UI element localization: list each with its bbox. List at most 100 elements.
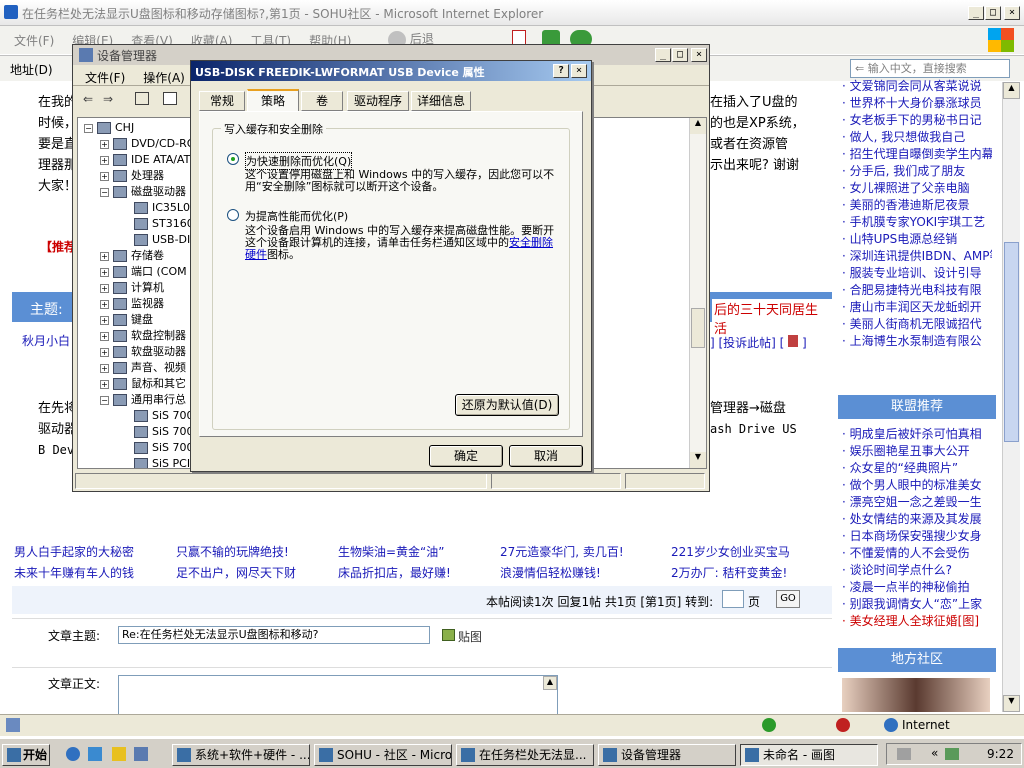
scroll-down-button[interactable]: ▼: [1003, 695, 1020, 712]
tree-leaf[interactable]: SiS 700: [134, 440, 194, 456]
devmgr-menu-action[interactable]: 操作(A): [143, 71, 185, 85]
attach-image-icon[interactable]: [442, 629, 455, 641]
back-icon[interactable]: ⇐: [83, 92, 93, 106]
attach-image-link[interactable]: 贴图: [458, 628, 482, 645]
sidebar-link[interactable]: 世界杯十大身价暴涨球员: [842, 95, 992, 112]
sidebar-link[interactable]: 美女经理人全球征婚[图]: [842, 613, 992, 630]
author-link[interactable]: 秋月小白: [22, 332, 70, 349]
tab-policies[interactable]: 策略: [247, 89, 299, 113]
scroll-up-button[interactable]: ▲: [1003, 82, 1020, 99]
sidebar-link[interactable]: 日本商场保安强搜少女身: [842, 528, 992, 545]
taskbar-button[interactable]: 系统+软件+硬件 - ...: [172, 744, 310, 766]
tree-node[interactable]: + 存储卷: [100, 248, 164, 264]
tree-node[interactable]: + 键盘: [100, 312, 153, 328]
expand-icon[interactable]: +: [100, 331, 109, 341]
tree-scroll-down[interactable]: ▼: [690, 452, 706, 468]
tree-node[interactable]: + IDE ATA/AT: [100, 152, 190, 168]
tree-leaf[interactable]: ST3160: [134, 216, 194, 232]
properties-icon[interactable]: [163, 92, 177, 105]
sidebar-link[interactable]: 漂亮空姐一念之差毁一生: [842, 494, 992, 511]
tab-general[interactable]: 常规: [199, 91, 245, 111]
sidebar-link[interactable]: 娱乐圈艳星丑事大公开: [842, 443, 992, 460]
tree-leaf[interactable]: IC35L0: [134, 200, 190, 216]
sidebar-link[interactable]: 不懂爱情的人不会受伤: [842, 545, 992, 562]
popup-blocked-icon[interactable]: [836, 718, 850, 732]
sidebar-link[interactable]: 山特UPS电源总经销: [842, 231, 992, 248]
sidebar-link[interactable]: 众女星的“经典照片”: [842, 460, 992, 477]
reply-links-text[interactable]: ] [投诉此帖] [: [710, 336, 784, 350]
cancel-button[interactable]: 取消: [509, 445, 583, 467]
minimize-button[interactable]: _: [968, 6, 984, 20]
sidebar-link[interactable]: 手机膜专家YOKI宇琪工艺: [842, 214, 992, 231]
tab-driver[interactable]: 驱动程序: [347, 91, 409, 111]
maximize-button[interactable]: □: [985, 6, 1001, 20]
tree-leaf[interactable]: SiS PCI: [134, 456, 190, 468]
sidebar-link[interactable]: 做人, 我只想做我自己: [842, 129, 992, 146]
expand-icon[interactable]: +: [100, 347, 109, 357]
sidebar-link[interactable]: 女儿裸照进了父亲电脑: [842, 180, 992, 197]
taskbar-button[interactable]: SOHU - 社区 - Micro...: [314, 744, 452, 766]
ad-link[interactable]: 27元造豪华门, 卖几百!: [500, 543, 624, 560]
sidebar-link[interactable]: 明成皇后被奸杀可怕真相: [842, 426, 992, 443]
sidebar-link[interactable]: 美丽人街商机无限诚招代: [842, 316, 992, 333]
ad-link[interactable]: 男人白手起家的大秘密: [14, 543, 134, 560]
sidebar-link[interactable]: 上海博生水泵制造有限公: [842, 333, 992, 350]
page-scrollbar[interactable]: ▲ ▼: [1002, 82, 1020, 712]
devmgr-maximize-button[interactable]: □: [672, 48, 688, 62]
devmgr-close-button[interactable]: ×: [691, 48, 707, 62]
recommend-link[interactable]: 【推荐: [40, 238, 76, 255]
sidebar-link[interactable]: 合肥易捷特光电科技有限: [842, 282, 992, 299]
tree-node[interactable]: + 声音、视频: [100, 360, 186, 376]
forward-icon[interactable]: ⇒: [103, 92, 113, 106]
view-icon[interactable]: [135, 92, 149, 105]
tree-scroll-thumb[interactable]: [691, 308, 705, 348]
tree-leaf[interactable]: USB-DI: [134, 232, 190, 248]
ad-link[interactable]: 浪漫情侣轻松赚钱!: [500, 564, 601, 581]
tree-root[interactable]: − CHJ: [84, 120, 134, 136]
ok-button[interactable]: 确定: [429, 445, 503, 467]
sidebar-link[interactable]: 文爱锦同会同从客菜说说: [842, 78, 992, 95]
sidebar-link[interactable]: 做个男人眼中的标准美女: [842, 477, 992, 494]
quicklaunch-ie-icon[interactable]: [66, 747, 80, 761]
performance-label[interactable]: 为提高性能而优化(P): [245, 208, 348, 224]
menu-file[interactable]: 文件(F): [14, 34, 54, 48]
start-button[interactable]: 开始: [2, 744, 50, 766]
tree-node[interactable]: + 计算机: [100, 280, 164, 296]
sidebar-link[interactable]: 凌晨一点半的神秘偷拍: [842, 579, 992, 596]
tab-volumes[interactable]: 卷: [301, 91, 343, 111]
collapse-icon[interactable]: −: [100, 187, 109, 197]
scroll-thumb[interactable]: [1004, 242, 1019, 442]
collapse-icon[interactable]: −: [84, 123, 93, 133]
tree-node[interactable]: + 软盘驱动器: [100, 344, 186, 360]
ad-link[interactable]: 只赢不输的玩牌绝技!: [176, 543, 289, 560]
expand-icon[interactable]: +: [100, 379, 109, 389]
search-box[interactable]: ⇐ 输入中文，直接搜索: [850, 59, 1010, 78]
tree-leaf[interactable]: SiS 700: [134, 408, 194, 424]
page-input[interactable]: [722, 590, 744, 608]
go-button[interactable]: GO: [776, 590, 800, 608]
tray-expand-icon[interactable]: «: [931, 746, 938, 760]
devmgr-menu-file[interactable]: 文件(F): [85, 71, 125, 85]
quicklaunch-app-icon[interactable]: [134, 747, 148, 761]
sidebar-link[interactable]: 招生代理自曝倒卖学生内幕: [842, 146, 992, 163]
sidebar-link[interactable]: 别跟我调情女人“恋”上家: [842, 596, 992, 613]
help-button[interactable]: ?: [553, 64, 569, 78]
expand-icon[interactable]: +: [100, 315, 109, 325]
tree-node[interactable]: − 通用串行总: [100, 392, 186, 408]
keyboard-tray-icon[interactable]: [897, 748, 911, 760]
expand-icon[interactable]: +: [100, 267, 109, 277]
tree-node[interactable]: + 软盘控制器: [100, 328, 186, 344]
tree-scroll-up[interactable]: ▲: [690, 118, 706, 134]
reply-body-textarea[interactable]: ▲: [118, 675, 558, 715]
sidebar-link[interactable]: 服装专业培训、设计引导: [842, 265, 992, 282]
expand-icon[interactable]: +: [100, 299, 109, 309]
reply-subject-input[interactable]: Re:在任务栏处无法显示U盘图标和移动?: [118, 626, 430, 644]
devmgr-minimize-button[interactable]: _: [655, 48, 671, 62]
collapse-icon[interactable]: −: [100, 395, 109, 405]
quicklaunch-outlook-icon[interactable]: [88, 747, 102, 761]
mail-icon[interactable]: [788, 335, 799, 347]
sidebar-link[interactable]: 女老板手下的男秘书日记: [842, 112, 992, 129]
ad-link[interactable]: 生物柴油=黄金“油”: [338, 543, 445, 560]
expand-icon[interactable]: +: [100, 363, 109, 373]
restore-defaults-button[interactable]: 还原为默认值(D): [455, 394, 559, 416]
